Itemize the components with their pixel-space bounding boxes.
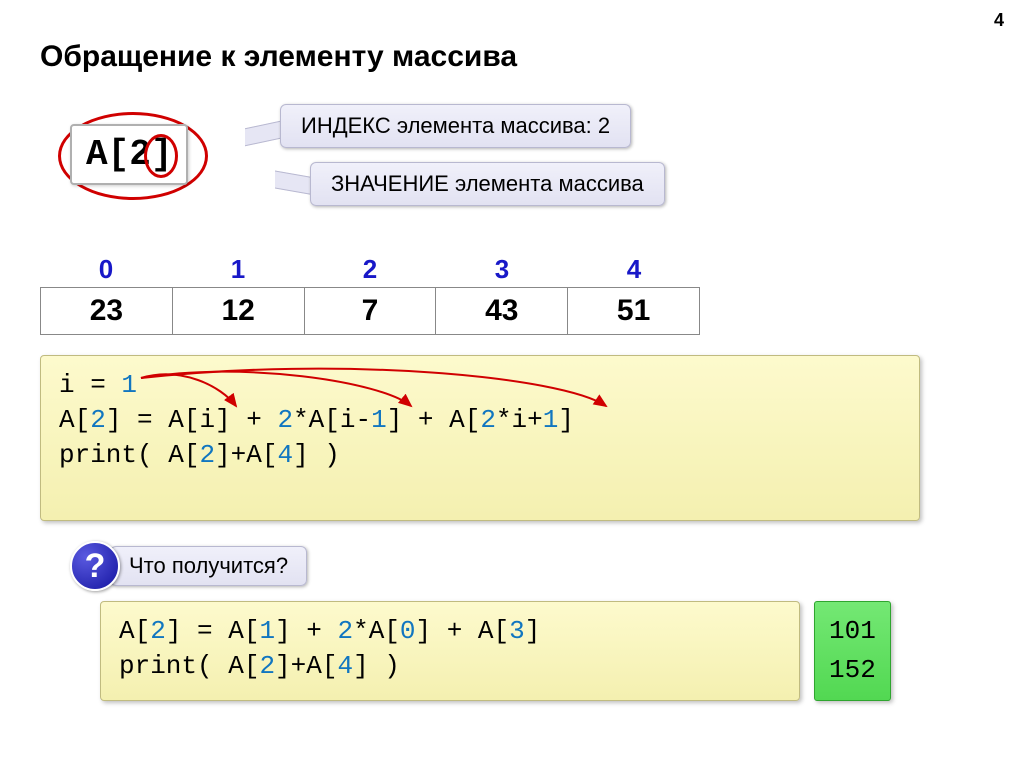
code-number: 2 (337, 616, 353, 646)
index-cell: 2 (304, 254, 436, 287)
code-number: 0 (400, 616, 416, 646)
code-number: 1 (259, 616, 275, 646)
code-number: 3 (509, 616, 525, 646)
code-text: print( A[ (119, 651, 259, 681)
code-text: ] ) (353, 651, 400, 681)
result-box: 101 152 (814, 601, 891, 701)
code-number: 1 (121, 370, 137, 400)
callout-tail-icon (275, 170, 315, 195)
code-number: 4 (277, 440, 293, 470)
page-title: Обращение к элементу массива (40, 40, 984, 74)
code-number: 2 (90, 405, 106, 435)
code-number: 2 (150, 616, 166, 646)
code-number: 2 (277, 405, 293, 435)
question-row: ? Что получится? (70, 541, 984, 591)
code-text: ]+A[ (275, 651, 337, 681)
value-callout: ЗНАЧЕНИЕ элемента массива (310, 162, 665, 206)
array-table: 0 1 2 3 4 23 12 7 43 51 (40, 254, 700, 335)
code-text: *A[i- (293, 405, 371, 435)
code-text: ] + A[ (387, 405, 481, 435)
value-cell: 51 (568, 288, 699, 334)
code-text: A[ (59, 405, 90, 435)
code-text: ] = A[i] + (106, 405, 278, 435)
code-text: ] + A[ (416, 616, 510, 646)
code-text: ] + (275, 616, 337, 646)
question-bubble: Что получится? (110, 546, 307, 586)
element-diagram: A[2] ИНДЕКС элемента массива: 2 ЗНАЧЕНИЕ… (40, 84, 984, 244)
index-callout: ИНДЕКС элемента массива: 2 (280, 104, 631, 148)
code-number: 4 (337, 651, 353, 681)
index-cell: 4 (568, 254, 700, 287)
secondary-code-block: A[2] = A[1] + 2*A[0] + A[3] print( A[2]+… (100, 601, 800, 701)
page-number: 4 (994, 10, 1004, 31)
value-cell: 12 (173, 288, 305, 334)
code-text: *A[ (353, 616, 400, 646)
code-text: ]+A[ (215, 440, 277, 470)
value-cell: 7 (305, 288, 437, 334)
value-row: 23 12 7 43 51 (40, 287, 700, 335)
code-text: i = (59, 370, 121, 400)
value-cell: 23 (41, 288, 173, 334)
answer-row: A[2] = A[1] + 2*A[0] + A[3] print( A[2]+… (100, 601, 984, 701)
result-value: 101 (829, 612, 876, 651)
code-text: ] (525, 616, 541, 646)
expr-a: A[ (86, 134, 129, 175)
code-number: 2 (480, 405, 496, 435)
code-number: 1 (371, 405, 387, 435)
index-cell: 0 (40, 254, 172, 287)
code-text: ] ) (293, 440, 340, 470)
value-cell: 43 (436, 288, 568, 334)
code-number: 2 (259, 651, 275, 681)
code-text: A[ (119, 616, 150, 646)
code-text: ] (558, 405, 574, 435)
callout-tail-icon (245, 120, 285, 147)
main-code-block: i = 1 A[2] = A[i] + 2*A[i-1] + A[2*i+1] … (40, 355, 920, 521)
inner-circle-icon (144, 134, 178, 178)
code-text: ] = A[ (166, 616, 260, 646)
code-text: *i+ (496, 405, 543, 435)
index-cell: 1 (172, 254, 304, 287)
index-row: 0 1 2 3 4 (40, 254, 700, 287)
result-value: 152 (829, 651, 876, 690)
code-number: 2 (199, 440, 215, 470)
code-number: 1 (543, 405, 559, 435)
index-cell: 3 (436, 254, 568, 287)
code-text: print( A[ (59, 440, 199, 470)
